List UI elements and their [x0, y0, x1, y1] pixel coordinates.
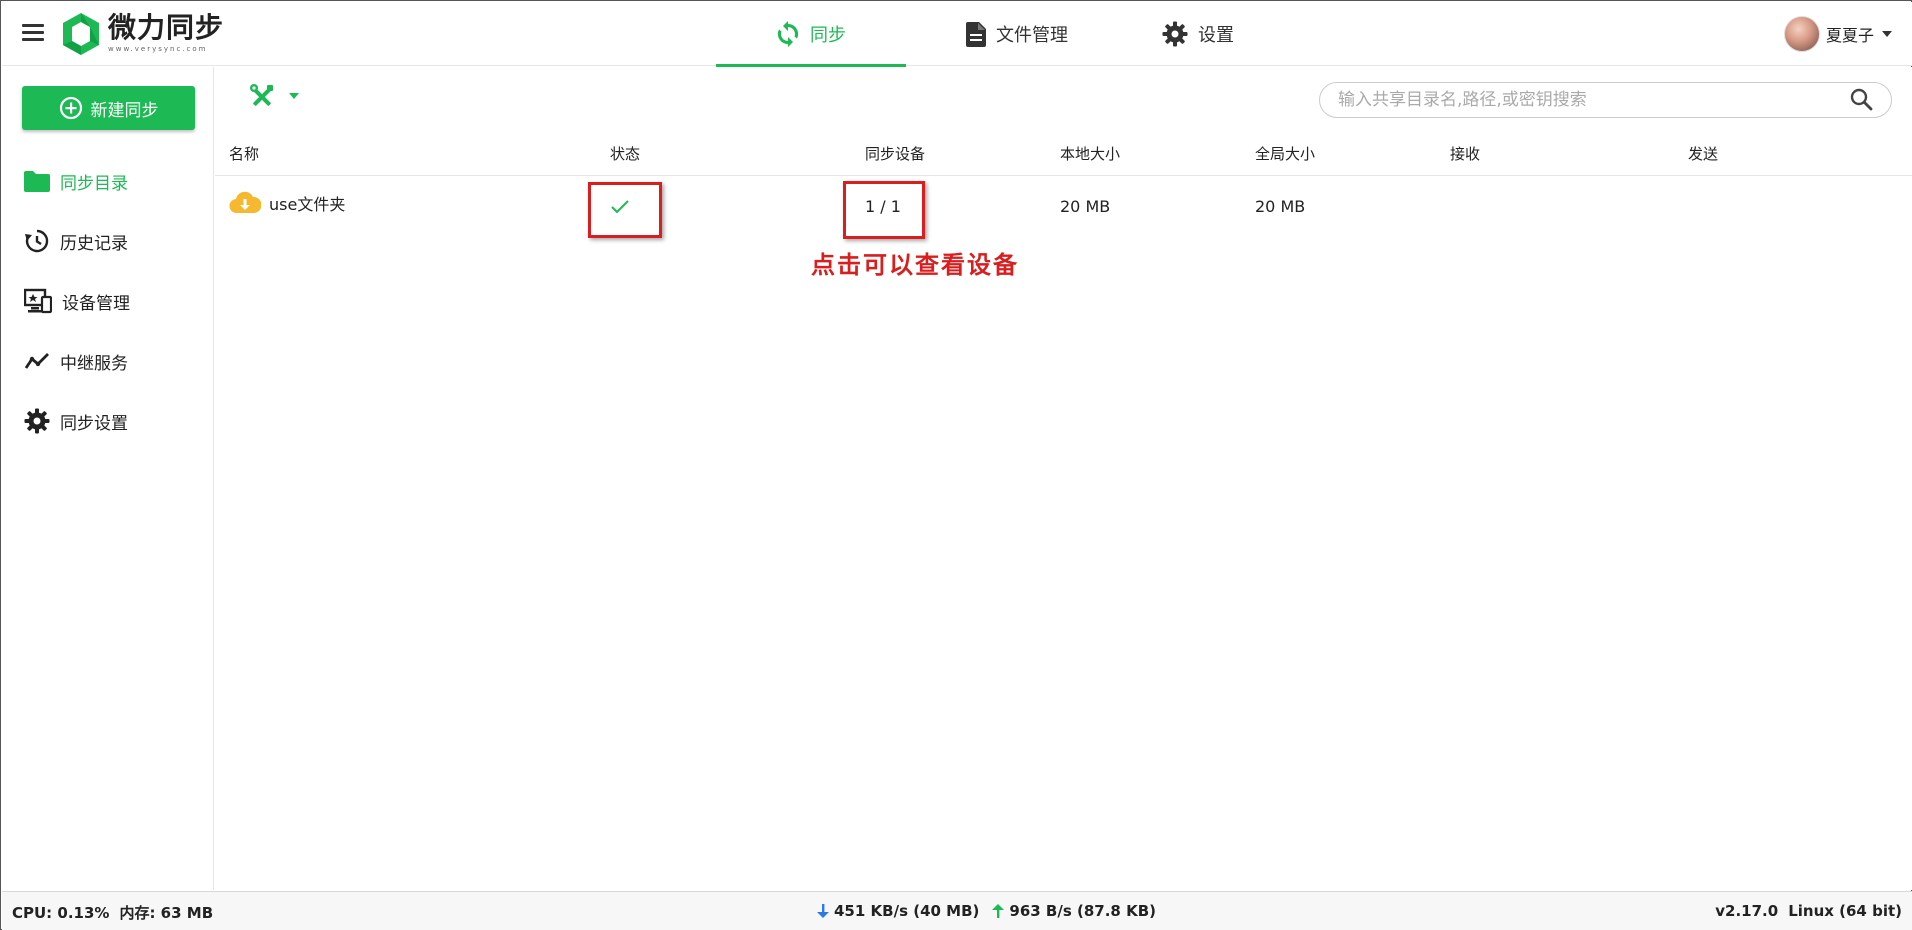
tab-settings-label: 设置	[1198, 25, 1234, 46]
table-header: 名称 状态 同步设备 本地大小 全局大小 接收 发送	[215, 131, 1912, 176]
system-stats: CPU: 0.13% 内存: 63 MB	[12, 902, 213, 923]
chevron-down-icon	[1882, 31, 1892, 37]
tab-sync-label: 同步	[810, 25, 846, 46]
download-arrow-icon	[817, 904, 829, 918]
folder-icon	[24, 171, 50, 192]
folder-name-cell[interactable]: use文件夹	[229, 191, 345, 215]
tab-file-manager-label: 文件管理	[996, 25, 1068, 46]
new-sync-label: 新建同步	[90, 100, 159, 121]
upload-arrow-icon	[992, 904, 1005, 918]
tools-dropdown[interactable]	[249, 83, 299, 109]
chevron-down-icon	[289, 93, 299, 99]
app-name: 微力同步	[108, 11, 225, 44]
sidebar-item-label: 同步目录	[60, 173, 128, 194]
global-size: 20 MB	[1255, 197, 1306, 216]
sidebar-item-label: 历史记录	[60, 233, 128, 254]
tab-file-manager[interactable]: 文件管理	[942, 2, 1092, 66]
status-bar: CPU: 0.13% 内存: 63 MB 451 KB/s (40 MB) 96…	[2, 891, 1912, 930]
download-speed: 451 KB/s (40 MB)	[834, 902, 980, 920]
table-row[interactable]: use文件夹 1 / 1 20 MB 20 MB	[215, 177, 1912, 237]
sidebar: 新建同步 同步目录 历史记录 设备管理 中继服务 同步设置	[2, 67, 214, 890]
sidebar-item-sync-folders[interactable]: 同步目录	[24, 166, 128, 196]
user-menu[interactable]: 夏夏子	[1783, 16, 1892, 52]
tab-sync[interactable]: 同步	[716, 2, 906, 67]
user-name: 夏夏子	[1825, 26, 1874, 45]
gear-icon	[1162, 21, 1188, 47]
memory-usage: 内存: 63 MB	[119, 904, 214, 922]
version: v2.17.0	[1715, 902, 1779, 920]
search-input[interactable]	[1319, 82, 1892, 118]
gear-icon	[24, 408, 50, 434]
add-circle-icon	[59, 96, 82, 120]
annotation-text: 点击可以查看设备	[811, 250, 1019, 279]
sidebar-item-label: 同步设置	[60, 413, 128, 434]
column-header-status[interactable]: 状态	[610, 143, 640, 164]
column-header-receive[interactable]: 接收	[1450, 143, 1480, 164]
document-icon	[966, 21, 986, 47]
trend-line-icon	[24, 353, 49, 369]
sidebar-item-relay[interactable]: 中继服务	[24, 346, 128, 376]
sidebar-item-history[interactable]: 历史记录	[24, 226, 128, 256]
sync-icon	[777, 21, 799, 47]
sidebar-item-sync-settings[interactable]: 同步设置	[24, 406, 128, 436]
logo-text: 微力同步 www.verysync.com	[108, 12, 224, 54]
top-bar: 微力同步 www.verysync.com 同步 文件管理 设置 夏夏子	[2, 2, 1912, 67]
folder-name: use文件夹	[269, 195, 346, 214]
column-header-send[interactable]: 发送	[1688, 143, 1718, 164]
sidebar-item-label: 中继服务	[60, 353, 128, 374]
transfer-stats: 451 KB/s (40 MB) 963 B/s (87.8 KB)	[816, 902, 1156, 920]
hamburger-menu-icon[interactable]	[22, 24, 44, 42]
devices-highlight-box	[843, 181, 925, 239]
column-header-devices[interactable]: 同步设备	[865, 143, 925, 164]
logo-icon	[63, 13, 99, 55]
upload-speed: 963 B/s (87.8 KB)	[1009, 902, 1156, 920]
devices-icon	[24, 288, 52, 314]
os-info: Linux (64 bit)	[1788, 902, 1902, 920]
tools-icon	[250, 84, 273, 106]
sidebar-item-devices[interactable]: 设备管理	[24, 286, 130, 316]
column-header-name[interactable]: 名称	[229, 143, 259, 164]
new-sync-button[interactable]: 新建同步	[22, 86, 195, 130]
app-window: 微力同步 www.verysync.com 同步 文件管理 设置 夏夏子 新建同…	[0, 0, 1912, 930]
avatar	[1783, 16, 1820, 52]
sidebar-item-label: 设备管理	[62, 293, 130, 314]
app-website: www.verysync.com	[108, 45, 208, 53]
status-highlight-box	[588, 182, 662, 238]
search-icon[interactable]	[1849, 87, 1873, 111]
main-panel: 名称 状态 同步设备 本地大小 全局大小 接收 发送 use文件夹 1 / 1 …	[215, 67, 1912, 890]
version-info: v2.17.0 Linux (64 bit)	[1715, 902, 1902, 920]
cloud-download-icon	[229, 191, 261, 214]
local-size: 20 MB	[1060, 197, 1111, 216]
column-header-global-size[interactable]: 全局大小	[1255, 143, 1315, 164]
cpu-usage: CPU: 0.13%	[12, 903, 110, 922]
history-icon	[25, 229, 49, 253]
column-header-local-size[interactable]: 本地大小	[1060, 143, 1120, 164]
tab-settings[interactable]: 设置	[1148, 2, 1248, 66]
